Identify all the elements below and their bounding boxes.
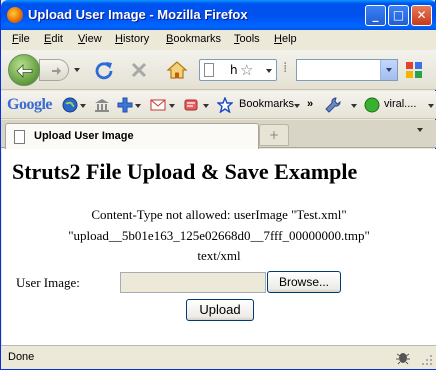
tab-upload-user-image[interactable]: Upload User Image — [5, 123, 259, 149]
plus-icon[interactable] — [117, 97, 133, 113]
menu-tools[interactable]: Tools — [234, 33, 260, 45]
resize-grip-icon[interactable] — [421, 352, 433, 366]
toolbar-resizer[interactable]: ⁞ — [283, 60, 287, 76]
chevron-down-icon[interactable] — [428, 104, 434, 108]
firefox-icon — [7, 7, 23, 23]
stop-icon[interactable] — [129, 60, 149, 80]
online-status-icon[interactable] — [364, 97, 380, 113]
page-content: Struts2 File Upload & Save Example Conte… — [2, 149, 436, 345]
bookmarks-menu-label[interactable]: Bookmarks — [239, 98, 294, 110]
star-icon[interactable] — [217, 97, 233, 113]
wrench-icon[interactable] — [325, 97, 341, 113]
google-search-icon[interactable] — [405, 61, 423, 79]
error-message-line-3: text/xml — [197, 248, 241, 263]
browser-window: Upload User Image - Mozilla Firefox _ □ … — [0, 0, 436, 370]
back-arrow-icon — [16, 64, 33, 78]
forward-arrow-icon — [52, 67, 61, 75]
window-title: Upload User Image - Mozilla Firefox — [28, 7, 248, 22]
tab-strip: Upload User Image + — [1, 120, 436, 149]
google-toolbar-logo[interactable]: Google — [7, 96, 53, 114]
error-message-line-2: "upload__5b01e163_125e02668d0__7fff_0000… — [68, 228, 370, 243]
navigation-toolbar: h ☆ ⁞ — [1, 50, 436, 90]
page-title: Struts2 File Upload & Save Example — [12, 159, 358, 184]
tab-list-dropdown-icon[interactable] — [417, 128, 423, 132]
menu-bookmarks[interactable]: Bookmarks — [166, 33, 221, 45]
address-bar[interactable]: h ☆ — [199, 59, 277, 81]
page-icon — [14, 130, 25, 144]
note-icon[interactable] — [183, 97, 199, 113]
chevron-down-icon — [386, 68, 392, 72]
status-bar: Done — [1, 345, 436, 369]
menu-edit[interactable]: Edit — [44, 33, 63, 45]
menu-file[interactable]: File — [12, 33, 30, 45]
globe-icon[interactable] — [62, 97, 78, 113]
mail-icon[interactable] — [150, 97, 166, 113]
search-input[interactable] — [296, 59, 398, 81]
new-tab-button[interactable]: + — [259, 124, 289, 146]
user-image-label: User Image: — [16, 275, 80, 290]
bank-icon[interactable] — [94, 97, 110, 113]
menu-history[interactable]: History — [115, 33, 149, 45]
chevron-down-icon[interactable] — [294, 104, 300, 108]
menu-help[interactable]: Help — [274, 33, 297, 45]
chevron-down-icon[interactable] — [80, 104, 86, 108]
menu-bar: File Edit View History Bookmarks Tools H… — [1, 30, 436, 50]
url-dropdown-icon[interactable] — [266, 69, 272, 73]
status-text: Done — [8, 351, 35, 363]
browse-button[interactable]: Browse... — [267, 271, 341, 293]
upload-button[interactable]: Upload — [186, 299, 254, 321]
user-account-label[interactable]: viral.... — [384, 98, 416, 110]
user-image-file-input[interactable] — [120, 272, 266, 293]
close-button[interactable]: ✕ — [411, 5, 432, 26]
maximize-button[interactable]: □ — [388, 5, 409, 26]
search-dropdown-button[interactable] — [380, 60, 397, 80]
history-dropdown-icon[interactable] — [74, 68, 80, 72]
reload-icon[interactable] — [94, 60, 114, 80]
tab-label: Upload User Image — [34, 130, 134, 142]
url-text[interactable]: h — [230, 63, 238, 77]
home-icon[interactable] — [166, 60, 188, 80]
chevron-down-icon[interactable] — [203, 104, 209, 108]
title-bar: Upload User Image - Mozilla Firefox _ □ … — [1, 0, 436, 30]
bookmarks-toolbar: Google Bookmarks » viral.... — [1, 91, 436, 119]
chevron-down-icon[interactable] — [169, 104, 175, 108]
minimize-button[interactable]: _ — [365, 5, 386, 26]
firebug-icon[interactable] — [395, 349, 411, 365]
toolbar-overflow-chevron[interactable]: » — [307, 98, 313, 110]
menu-view[interactable]: View — [78, 33, 102, 45]
chevron-down-icon[interactable] — [351, 104, 357, 108]
error-message-line-1: Content-Type not allowed: userImage "Tes… — [91, 207, 347, 222]
chevron-down-icon[interactable] — [135, 104, 141, 108]
page-icon — [204, 63, 214, 77]
forward-button[interactable] — [39, 59, 69, 81]
back-button[interactable] — [8, 54, 40, 86]
bookmark-star-icon[interactable]: ☆ — [240, 61, 253, 79]
